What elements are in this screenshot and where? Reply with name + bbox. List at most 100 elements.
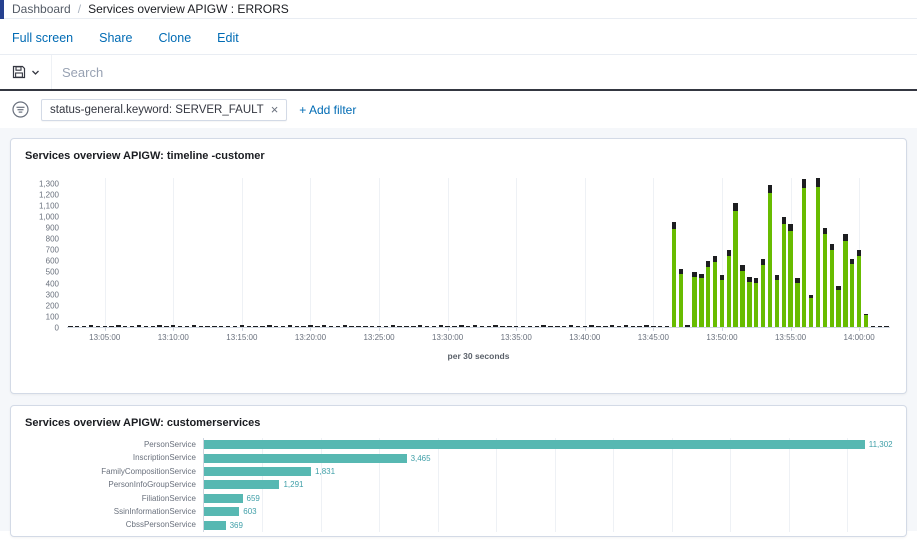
timeline-bar[interactable] — [884, 326, 888, 327]
timeline-plot[interactable] — [67, 178, 890, 328]
timeline-bar[interactable] — [569, 325, 573, 327]
timeline-bar[interactable] — [123, 326, 127, 327]
hbar-plot[interactable]: 11,3023,4651,8311,291659603369 — [203, 438, 888, 532]
timeline-bar[interactable] — [274, 326, 278, 327]
timeline-bar[interactable] — [281, 326, 285, 327]
edit-link[interactable]: Edit — [217, 31, 239, 45]
add-filter-link[interactable]: + Add filter — [299, 103, 356, 117]
timeline-bar[interactable] — [205, 326, 209, 327]
timeline-bar[interactable] — [75, 326, 79, 327]
service-bar[interactable] — [204, 467, 311, 476]
filter-pill-server-fault[interactable]: status-general.keyword: SERVER_FAULT × — [41, 99, 287, 121]
timeline-bar[interactable] — [452, 326, 456, 327]
timeline-bar[interactable] — [466, 326, 470, 327]
timeline-bar[interactable] — [878, 326, 882, 327]
timeline-bar[interactable] — [727, 250, 731, 327]
timeline-bar[interactable] — [713, 256, 717, 327]
timeline-bar[interactable] — [301, 326, 305, 327]
timeline-bar[interactable] — [555, 326, 559, 327]
timeline-bar[interactable] — [103, 326, 107, 327]
timeline-bar[interactable] — [343, 325, 347, 327]
timeline-bar[interactable] — [267, 325, 271, 327]
timeline-bar[interactable] — [631, 326, 635, 327]
timeline-bar[interactable] — [706, 261, 710, 327]
timeline-bar[interactable] — [349, 326, 353, 327]
timeline-bar[interactable] — [473, 325, 477, 327]
service-bar[interactable] — [204, 494, 243, 503]
timeline-bar[interactable] — [637, 326, 641, 327]
timeline-bar[interactable] — [439, 325, 443, 327]
timeline-bar[interactable] — [583, 326, 587, 327]
timeline-bar[interactable] — [836, 286, 840, 327]
timeline-bar[interactable] — [589, 325, 593, 327]
timeline-bar[interactable] — [144, 326, 148, 327]
timeline-bar[interactable] — [164, 326, 168, 327]
timeline-bar[interactable] — [665, 326, 669, 327]
timeline-bar[interactable] — [761, 259, 765, 327]
timeline-bar[interactable] — [96, 326, 100, 327]
timeline-bar[interactable] — [507, 326, 511, 327]
timeline-bar[interactable] — [747, 277, 751, 327]
timeline-bar[interactable] — [109, 326, 113, 327]
timeline-bar[interactable] — [871, 326, 875, 327]
timeline-bar[interactable] — [692, 272, 696, 327]
search-input[interactable] — [52, 55, 917, 89]
timeline-bar[interactable] — [864, 314, 868, 327]
service-bar[interactable] — [204, 507, 239, 516]
timeline-bar[interactable] — [322, 325, 326, 327]
timeline-bar[interactable] — [651, 326, 655, 327]
timeline-bar[interactable] — [493, 325, 497, 327]
timeline-bar[interactable] — [782, 217, 786, 327]
service-bar[interactable] — [204, 454, 407, 463]
timeline-bar[interactable] — [857, 250, 861, 327]
timeline-bar[interactable] — [329, 326, 333, 327]
timeline-bar[interactable] — [171, 325, 175, 327]
timeline-bar[interactable] — [425, 326, 429, 327]
timeline-bar[interactable] — [850, 259, 854, 327]
timeline-bar[interactable] — [185, 326, 189, 327]
timeline-bar[interactable] — [432, 326, 436, 327]
timeline-bar[interactable] — [336, 326, 340, 327]
clone-link[interactable]: Clone — [159, 31, 192, 45]
timeline-bar[interactable] — [685, 325, 689, 327]
timeline-bar[interactable] — [535, 326, 539, 327]
timeline-bar[interactable] — [809, 295, 813, 327]
timeline-bar[interactable] — [562, 326, 566, 327]
timeline-bar[interactable] — [658, 326, 662, 327]
timeline-bar[interactable] — [830, 244, 834, 327]
timeline-bar[interactable] — [68, 326, 72, 327]
timeline-bar[interactable] — [199, 326, 203, 327]
timeline-bar[interactable] — [795, 278, 799, 327]
timeline-bar[interactable] — [219, 326, 223, 327]
timeline-bar[interactable] — [233, 326, 237, 327]
timeline-bar[interactable] — [308, 325, 312, 327]
timeline-bar[interactable] — [644, 325, 648, 327]
timeline-bar[interactable] — [418, 325, 422, 327]
service-bar[interactable] — [204, 440, 865, 449]
timeline-bar[interactable] — [699, 274, 703, 327]
timeline-bar[interactable] — [775, 275, 779, 327]
timeline-bar[interactable] — [288, 325, 292, 327]
full-screen-link[interactable]: Full screen — [12, 31, 73, 45]
timeline-bar[interactable] — [82, 326, 86, 327]
timeline-bar[interactable] — [459, 325, 463, 327]
timeline-bar[interactable] — [720, 275, 724, 327]
timeline-bar[interactable] — [521, 326, 525, 327]
timeline-bar[interactable] — [788, 224, 792, 327]
timeline-bar[interactable] — [212, 326, 216, 327]
breadcrumb-dashboard[interactable]: Dashboard — [12, 2, 71, 16]
timeline-bar[interactable] — [487, 326, 491, 327]
timeline-bar[interactable] — [576, 326, 580, 327]
timeline-bar[interactable] — [610, 325, 614, 327]
timeline-bar[interactable] — [397, 326, 401, 327]
timeline-bar[interactable] — [151, 326, 155, 327]
timeline-bar[interactable] — [514, 326, 518, 327]
timeline-bar[interactable] — [679, 269, 683, 327]
timeline-bar[interactable] — [116, 325, 120, 327]
saved-query-button[interactable] — [0, 55, 52, 89]
timeline-bar[interactable] — [137, 325, 141, 327]
timeline-bar[interactable] — [843, 234, 847, 327]
timeline-bar[interactable] — [391, 325, 395, 327]
timeline-bar[interactable] — [740, 265, 744, 327]
timeline-bar[interactable] — [500, 326, 504, 327]
